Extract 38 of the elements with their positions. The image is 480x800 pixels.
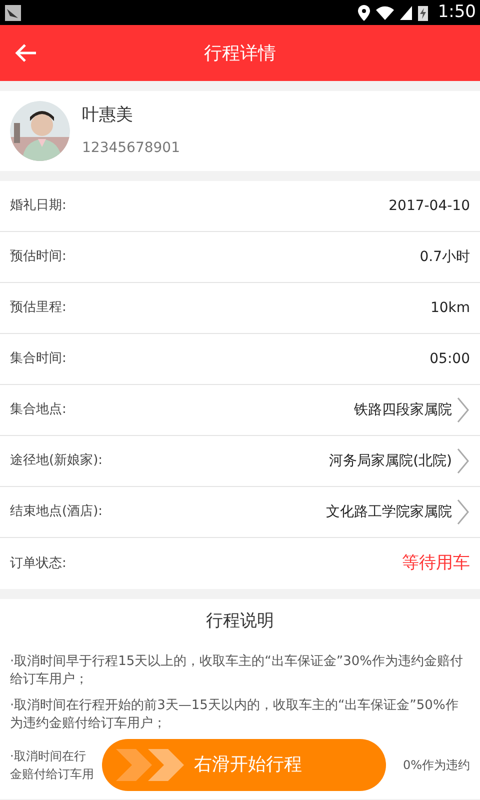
detail-row[interactable]: 集合地点: 铁路四段家属院 — [0, 385, 480, 436]
note-text: 0%作为违约 — [402, 756, 470, 774]
field-value: 10km — [430, 298, 471, 318]
field-label: 途径地(新娘家): — [10, 452, 103, 470]
field-label: 集合时间: — [10, 350, 66, 368]
user-name: 叶惠美 — [82, 104, 134, 127]
wifi-icon — [376, 6, 394, 20]
note-text: ·取消时间早于行程15天以上的，收取车主的“出车保证金”30%作为违约金赔付给订车用户； — [10, 652, 464, 688]
chevron-right-icon — [456, 397, 470, 423]
double-chevron-icon — [116, 748, 186, 780]
status-text: 等待用车 — [402, 552, 471, 575]
signal-icon — [400, 6, 412, 20]
field-label: 订单状态: — [10, 554, 66, 573]
field-value: 05:00 — [430, 350, 471, 368]
note-text: ·取消时间在行程开始的前3天—15天以内的，收取车主的“出车保证金”50%作为违约金赔付给订车用户； — [10, 696, 460, 732]
page-title: 行程详情 — [204, 42, 276, 66]
note-text: 金赔付给订车用 — [10, 766, 95, 782]
chevron-right-icon — [456, 499, 470, 525]
field-label: 集合地点: — [10, 401, 66, 420]
detail-row[interactable]: 途径地(新娘家): 河务局家属院(北院) — [0, 436, 480, 487]
field-label: 结束地点(酒店): — [10, 503, 103, 522]
field-value: 2017-04-10 — [388, 196, 471, 216]
detail-row[interactable]: 结束地点(酒店): 文化路工学院家属院 — [0, 487, 480, 538]
field-value: 文化路工学院家属院 — [326, 502, 452, 522]
field-label: 婚礼日期: — [10, 197, 66, 216]
field-label: 预估时间: — [10, 248, 66, 266]
clock-time: 1:50 — [438, 0, 476, 24]
battery-icon — [418, 4, 428, 20]
field-value: 0.7小时 — [420, 248, 471, 266]
location-icon — [358, 4, 370, 20]
field-value: 铁路四段家属院 — [354, 400, 452, 420]
field-value: 河务局家属院(北院) — [329, 452, 452, 470]
field-label: 预估里程: — [10, 299, 66, 318]
phone-number: 12345678901 — [82, 139, 180, 158]
note-text: ·取消时间在行 — [10, 748, 87, 764]
notification-icon — [4, 4, 22, 22]
chevron-right-icon — [456, 448, 470, 474]
section-title: 行程说明 — [205, 610, 275, 633]
